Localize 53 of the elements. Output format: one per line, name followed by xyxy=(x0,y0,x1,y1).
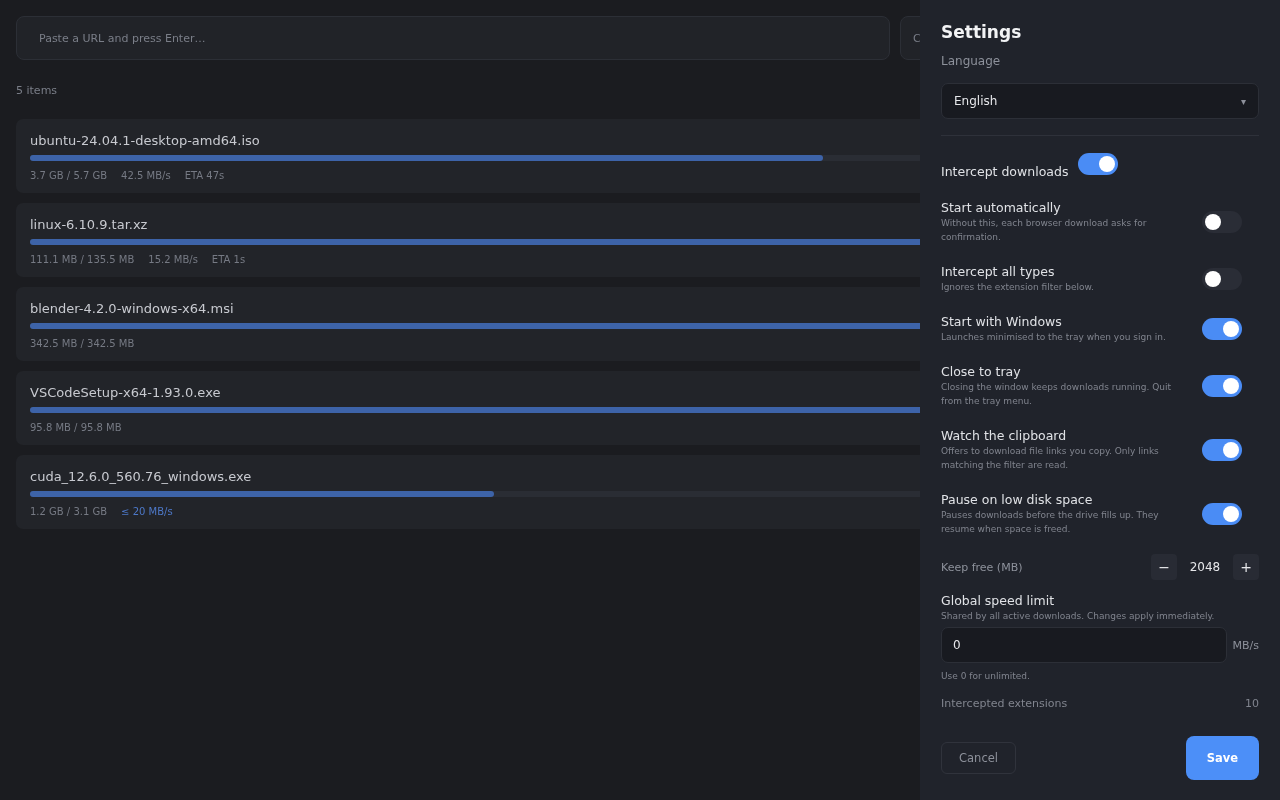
setting-description: Launches minimised to the tray when you sign in. xyxy=(941,331,1167,344)
setting-label: Intercept all types xyxy=(941,263,1056,280)
setting-label: Watch the clipboard xyxy=(941,427,1068,444)
setting-label: Close to tray xyxy=(941,363,1022,380)
hint-text: Use 0 for unlimited. xyxy=(941,671,1031,681)
setting-label: Global speed limit xyxy=(941,592,1056,609)
increment-button[interactable]: + xyxy=(1233,554,1259,580)
toggle-switch[interactable] xyxy=(1202,267,1242,290)
speed-limit-text: ≤ 20 MB/s xyxy=(121,506,173,517)
setting-description: Closing the window keeps downloads running. Quit from the tray menu. xyxy=(941,381,1172,408)
setting-label: Keep free (MB) xyxy=(941,560,1023,574)
setting-description: Without this, each browser download asks for confirmation. xyxy=(941,217,1148,244)
language-select[interactable]: English ▾ xyxy=(941,83,1259,119)
field-label: Language xyxy=(941,54,1002,68)
size-text: 342.5 MB / 342.5 MB xyxy=(30,338,135,349)
toggle-switch[interactable] xyxy=(1202,210,1242,233)
panel-title: Settings xyxy=(941,22,1023,42)
toggle-switch[interactable] xyxy=(1202,317,1242,340)
unit-label: MB/s xyxy=(1232,638,1259,652)
toggle-switch[interactable] xyxy=(1202,438,1242,461)
setting-description: Offers to download file links you copy. Only links matching the filter are read. xyxy=(941,445,1160,472)
file-name: cuda_12.6.0_560.76_windows.exe xyxy=(30,469,252,485)
speed-text: 42.5 MB/s xyxy=(121,170,171,181)
file-name: ubuntu-24.04.1-desktop-amd64.iso xyxy=(30,133,260,149)
speed-limit-field[interactable]: 0 xyxy=(941,627,1227,663)
cancel-button[interactable]: Cancel xyxy=(941,742,1016,774)
extension-count: 10 xyxy=(1245,697,1259,710)
toggle-switch[interactable] xyxy=(1202,374,1242,397)
file-name: linux-6.10.9.tar.xz xyxy=(30,217,148,233)
setting-label: Pause on low disk space xyxy=(941,491,1094,508)
file-name: VSCodeSetup-x64-1.93.0.exe xyxy=(30,385,221,401)
url-field[interactable]: Paste a URL and press Enter… xyxy=(16,16,890,60)
size-text: 95.8 MB / 95.8 MB xyxy=(30,422,122,433)
setting-label: Start automatically xyxy=(941,199,1062,216)
toggle-switch[interactable] xyxy=(1078,153,1119,175)
caret-icon: ▾ xyxy=(1240,95,1246,107)
item-count: 5 items xyxy=(16,84,59,97)
stepper-value: 2048 xyxy=(1188,560,1222,574)
setting-description: Shared by all active downloads. Changes apply immediately. xyxy=(941,610,1216,623)
eta-text: ETA 47s xyxy=(184,170,225,181)
size-text: 111.1 MB / 135.5 MB xyxy=(30,254,135,265)
setting-description: Pauses downloads before the drive fills up. They resume when space is freed. xyxy=(941,509,1160,536)
setting-label: Start with Windows xyxy=(941,313,1063,330)
file-name: blender-4.2.0-windows-x64.msi xyxy=(30,301,234,317)
speed-text: 15.2 MB/s xyxy=(148,254,198,265)
toggle-switch[interactable] xyxy=(1202,502,1242,525)
decrement-button[interactable]: − xyxy=(1151,554,1177,580)
setting-label: Intercept downloads xyxy=(941,163,1069,180)
size-text: 1.2 GB / 3.1 GB xyxy=(30,506,108,517)
setting-label: Intercepted extensions xyxy=(941,697,1068,710)
size-text: 3.7 GB / 5.7 GB xyxy=(30,170,108,181)
eta-text: ETA 1s xyxy=(211,254,246,265)
setting-description: Ignores the extension filter below. xyxy=(941,281,1095,294)
